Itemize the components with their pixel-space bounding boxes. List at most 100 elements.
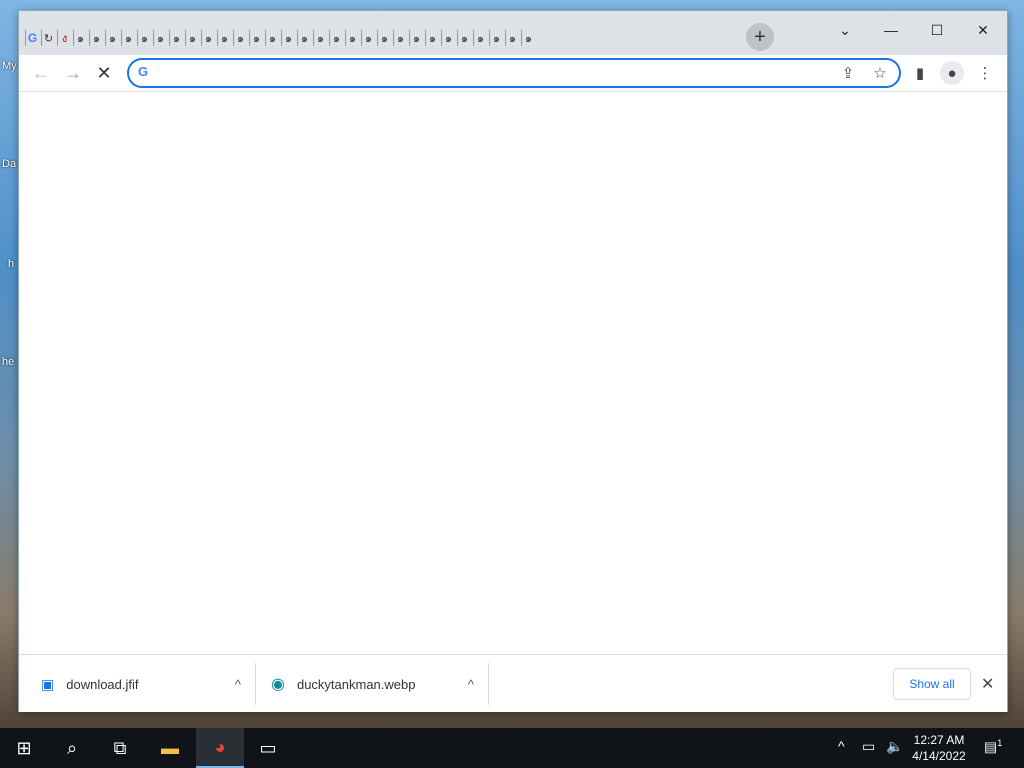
spiral-icon: ๑ [269, 33, 276, 45]
tab[interactable]: ๑ [249, 30, 263, 46]
tab-strip: G ↻ ง ๑๑๑๑๑๑๑๑๑๑๑๑๑๑๑๑๑๑๑๑๑๑๑๑๑๑๑๑๑ [25, 27, 537, 49]
spiral-icon: ๑ [125, 33, 132, 45]
tab[interactable]: ๑ [313, 30, 327, 46]
terminal-taskbar-button[interactable]: ▭ [244, 728, 292, 768]
edge-icon: ◉ [271, 676, 285, 693]
back-button[interactable]: ← [27, 59, 55, 87]
tab[interactable]: ๑ [329, 30, 343, 46]
tab[interactable]: ๑ [105, 30, 119, 46]
chevron-up-icon[interactable]: ^ [838, 738, 845, 754]
tab[interactable]: ๑ [265, 30, 279, 46]
spiral-icon: ๑ [381, 33, 388, 45]
download-filename: download.jfif [66, 676, 139, 692]
file-explorer-button[interactable]: ▬ [146, 728, 194, 768]
bookmark-star-icon[interactable]: ☆ [869, 63, 891, 83]
tab[interactable]: ๑ [73, 30, 87, 46]
forward-button[interactable]: → [59, 59, 87, 87]
tab[interactable]: ๑ [153, 30, 167, 46]
refresh-icon: ↻ [43, 32, 54, 45]
tab[interactable]: ๑ [281, 30, 295, 46]
tab[interactable]: ๑ [457, 30, 471, 46]
close-x-icon: ✕ [96, 62, 112, 83]
clock-time: 12:27 AM [913, 733, 965, 747]
stop-button[interactable]: ✕ [90, 59, 118, 87]
spiral-icon: ๑ [237, 33, 244, 45]
menu-kebab-icon[interactable]: ⋮ [973, 61, 997, 85]
arrow-left-icon: ← [32, 62, 50, 83]
side-panel-icon[interactable]: ▮ [908, 61, 932, 85]
tab[interactable]: ๑ [409, 30, 423, 46]
spiral-icon: ๑ [397, 33, 404, 45]
tab[interactable]: ๑ [441, 30, 455, 46]
chevron-up-icon[interactable]: ^ [235, 677, 241, 692]
download-item[interactable]: ▣ download.jfif ^ [19, 663, 256, 705]
volume-icon[interactable]: 🔈 [886, 738, 903, 755]
windows-logo-icon: ⊞ [16, 737, 32, 758]
tab[interactable]: ๑ [233, 30, 247, 46]
tab[interactable]: ๑ [169, 30, 183, 46]
maximize-button[interactable]: ☐ [915, 15, 959, 45]
tab[interactable]: ๑ [489, 30, 503, 46]
swirl-icon: ง [61, 33, 68, 45]
notification-icon[interactable]: ▤1 [984, 738, 1002, 756]
spiral-icon: ๑ [349, 33, 356, 45]
tab[interactable]: ↻ [41, 30, 55, 46]
desktop-label-fragment: h [8, 258, 15, 270]
spiral-icon: ๑ [109, 33, 116, 45]
spiral-icon: ๑ [477, 33, 484, 45]
tab[interactable]: ๑ [137, 30, 151, 46]
tab[interactable]: ๑ [297, 30, 311, 46]
download-shelf: ▣ download.jfif ^ ◉ duckytankman.webp ^ … [19, 654, 1007, 712]
network-icon[interactable]: ▭ [862, 738, 875, 755]
tab[interactable]: ๑ [217, 30, 231, 46]
spiral-icon: ๑ [429, 33, 436, 45]
desktop-label-fragment: Da [2, 158, 17, 170]
tab[interactable]: ๑ [89, 30, 103, 46]
spiral-icon: ๑ [461, 33, 468, 45]
spiral-icon: ๑ [221, 33, 228, 45]
spiral-icon: ๑ [509, 33, 516, 45]
omnibox[interactable]: G ⇪ ☆ [127, 58, 901, 88]
tab[interactable]: ๑ [121, 30, 135, 46]
close-button[interactable]: ✕ [961, 15, 1005, 45]
download-filename: duckytankman.webp [296, 676, 416, 692]
tab[interactable]: G [25, 30, 39, 46]
spiral-icon: ๑ [317, 33, 324, 45]
spiral-icon: ๑ [189, 33, 196, 45]
profile-avatar-icon[interactable]: ● [940, 61, 964, 85]
desktop-label-fragment: he [2, 356, 15, 368]
task-view-button[interactable]: ⧉ [96, 728, 144, 768]
chevron-up-icon[interactable]: ^ [468, 677, 474, 692]
tab[interactable]: ๑ [185, 30, 199, 46]
share-icon[interactable]: ⇪ [837, 63, 859, 83]
page-content [19, 92, 1007, 654]
address-input[interactable] [161, 63, 825, 83]
search-icon: ⌕ [66, 737, 78, 758]
tab[interactable]: ๑ [361, 30, 375, 46]
tab[interactable]: ๑ [521, 30, 535, 46]
show-all-button[interactable]: Show all [893, 668, 971, 700]
close-icon[interactable]: ✕ [981, 674, 994, 694]
desktop-label-fragment: My [2, 60, 17, 72]
new-tab-button[interactable]: + [746, 23, 774, 51]
tab[interactable]: ง [57, 30, 71, 46]
tab[interactable]: ๑ [505, 30, 519, 46]
minimize-button[interactable]: — [869, 15, 913, 45]
tab[interactable]: ๑ [425, 30, 439, 46]
clock[interactable]: 12:27 AM 4/14/2022 [906, 732, 972, 764]
tab[interactable]: ๑ [393, 30, 407, 46]
spiral-icon: ๑ [413, 33, 420, 45]
spiral-icon: ๑ [445, 33, 452, 45]
start-button[interactable]: ⊞ [0, 728, 48, 768]
tab[interactable]: ๑ [473, 30, 487, 46]
arrow-right-icon: → [64, 62, 82, 83]
chrome-taskbar-button[interactable]: ◕ [196, 728, 244, 768]
search-button[interactable]: ⌕ [48, 728, 96, 768]
download-item[interactable]: ◉ duckytankman.webp ^ [255, 663, 489, 705]
spiral-icon: ๑ [365, 33, 372, 45]
tab[interactable]: ๑ [201, 30, 215, 46]
tab[interactable]: ๑ [377, 30, 391, 46]
tab[interactable]: ๑ [345, 30, 359, 46]
tab-search-button[interactable]: ⌄ [823, 15, 867, 45]
spiral-icon: ๑ [77, 33, 84, 45]
